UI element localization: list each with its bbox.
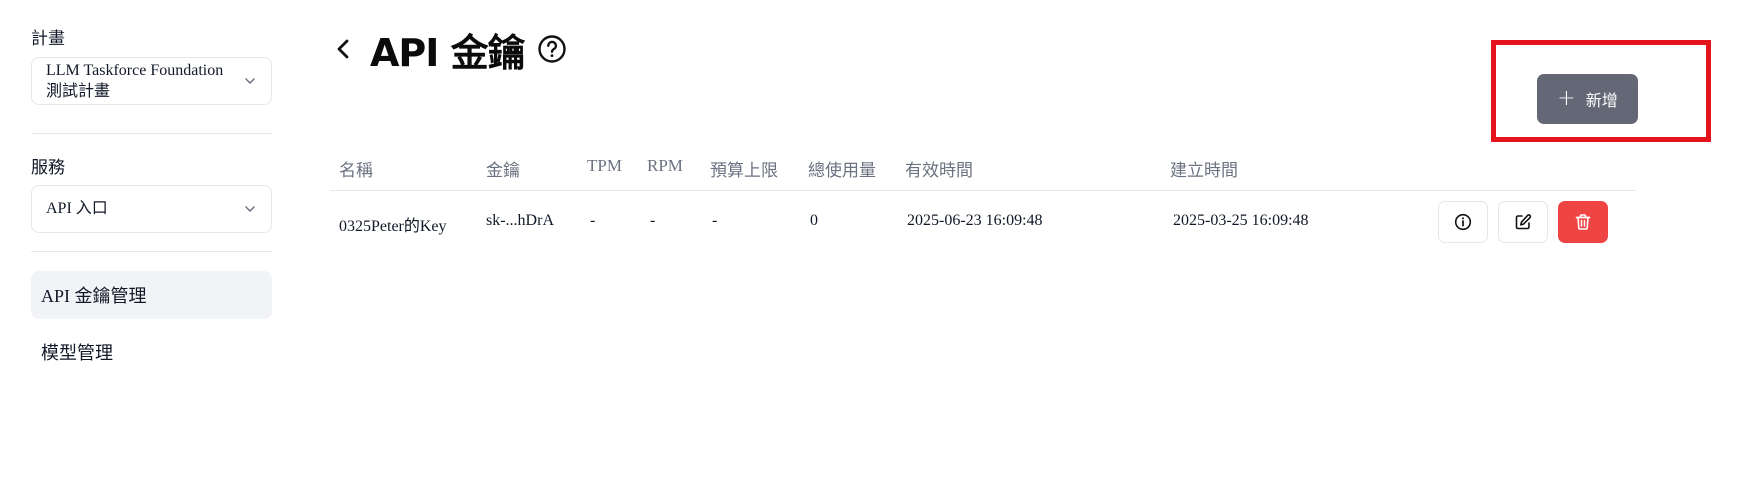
- add-button-label: 新增: [1585, 91, 1618, 110]
- plan-select-line2: 測試計畫: [46, 83, 111, 100]
- cell-valid-time: 2025-06-23 16:09:48: [907, 212, 1043, 229]
- column-header-tpm: TPM: [587, 156, 622, 175]
- column-header-rpm: RPM: [647, 156, 683, 175]
- chevron-down-icon: [245, 206, 255, 212]
- add-button[interactable]: + 新增: [1537, 74, 1638, 124]
- trash-icon: [1575, 214, 1591, 230]
- cell-created-time: 2025-03-25 16:09:48: [1173, 212, 1309, 229]
- delete-button[interactable]: [1558, 201, 1608, 243]
- sidebar-item-models[interactable]: 模型管理: [31, 328, 272, 376]
- plan-label: 計畫: [31, 29, 65, 49]
- cell-budget: -: [712, 212, 718, 229]
- back-button[interactable]: [330, 34, 356, 64]
- sidebar-divider: [31, 251, 272, 252]
- sidebar-item-label: API 金鑰管理: [41, 286, 147, 306]
- service-label: 服務: [31, 158, 65, 178]
- cell-key: sk-...hDrA: [486, 212, 554, 229]
- info-icon: [1454, 213, 1472, 231]
- edit-button[interactable]: [1498, 201, 1548, 243]
- page-title: API 金鑰: [370, 30, 526, 75]
- chevron-down-icon: [245, 78, 255, 84]
- plan-select-line1: LLM Taskforce Foundation: [46, 62, 224, 79]
- cell-rpm: -: [650, 212, 656, 229]
- sidebar-item-label: 模型管理: [41, 343, 113, 363]
- chevron-left-icon: [337, 39, 349, 59]
- column-header-budget: 預算上限: [710, 161, 778, 180]
- cell-tpm: -: [590, 212, 596, 229]
- column-header-usage: 總使用量: [808, 161, 876, 180]
- info-button[interactable]: [1438, 201, 1488, 243]
- page-header: API 金鑰: [330, 18, 567, 80]
- cell-name: 0325Peter的Key: [339, 218, 447, 235]
- column-header-name: 名稱: [339, 161, 373, 180]
- column-header-created-time: 建立時間: [1170, 161, 1238, 180]
- sidebar: 計畫 LLM Taskforce Foundation 測試計畫 服務 API …: [31, 0, 272, 484]
- help-icon[interactable]: [537, 34, 567, 64]
- edit-icon: [1515, 214, 1532, 230]
- plan-select[interactable]: LLM Taskforce Foundation 測試計畫: [31, 57, 272, 105]
- service-select[interactable]: API 入口: [31, 185, 272, 233]
- table-header-divider: [330, 190, 1636, 191]
- column-header-key: 金鑰: [486, 161, 520, 180]
- service-select-value: API 入口: [46, 200, 108, 217]
- sidebar-divider: [31, 133, 272, 134]
- column-header-valid-time: 有效時間: [905, 161, 973, 180]
- sidebar-item-api-keys[interactable]: API 金鑰管理: [31, 271, 272, 319]
- cell-usage: 0: [810, 212, 818, 229]
- plus-icon: +: [1557, 86, 1576, 111]
